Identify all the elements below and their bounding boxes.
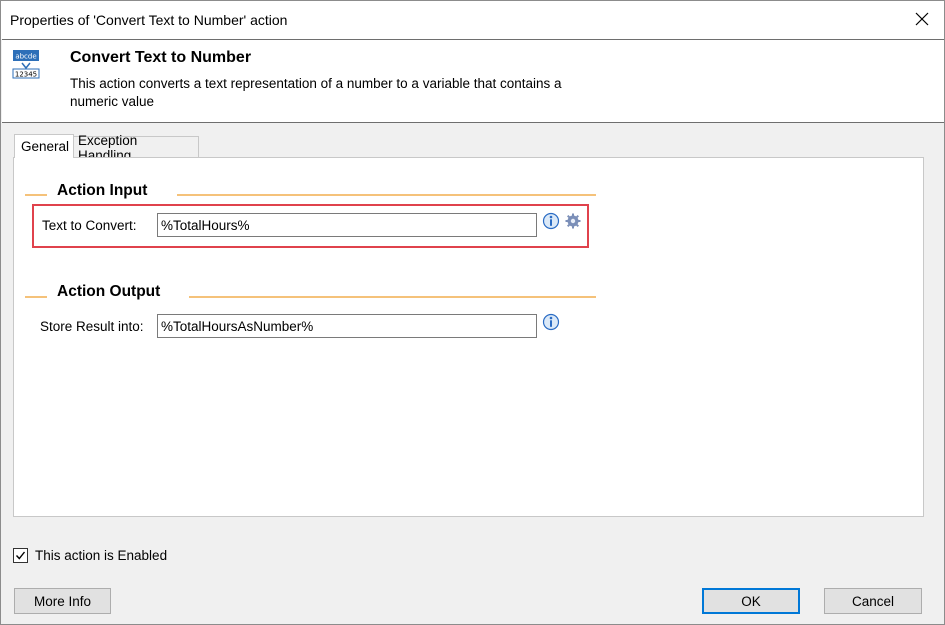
more-info-button[interactable]: More Info [14,588,111,614]
section-divider [25,194,47,196]
convert-text-number-icon: abcde 12345 [12,50,40,79]
store-result-label: Store Result into: [40,319,144,334]
close-button[interactable] [910,7,934,31]
tab-general[interactable]: General [14,134,74,158]
window-title: Properties of 'Convert Text to Number' a… [10,12,288,28]
enabled-checkbox[interactable] [13,548,28,563]
svg-text:abcde: abcde [15,53,36,61]
store-result-input[interactable] [157,314,537,338]
action-output-heading: Action Output [57,283,161,300]
checkmark-icon [15,551,26,560]
action-header: abcde 12345 Convert Text to Number This … [2,39,944,123]
action-description: This action converts a text representati… [70,76,562,109]
ok-button[interactable]: OK [702,588,800,614]
cancel-button[interactable]: Cancel [824,588,922,614]
section-divider [25,296,47,298]
info-icon[interactable] [542,313,560,331]
enabled-checkbox-label[interactable]: This action is Enabled [35,548,167,563]
text-to-convert-label: Text to Convert: [42,218,137,233]
action-input-heading: Action Input [57,182,148,199]
action-title: Convert Text to Number [70,49,252,66]
svg-text:12345: 12345 [15,71,37,79]
close-icon [915,12,929,26]
title-bar: Properties of 'Convert Text to Number' a… [1,1,944,39]
gear-icon[interactable] [564,212,582,230]
section-divider [189,296,596,298]
info-icon[interactable] [542,212,560,230]
section-divider [177,194,596,196]
properties-dialog: Properties of 'Convert Text to Number' a… [0,0,945,625]
tab-exception-handling[interactable]: Exception Handling [73,133,199,163]
text-to-convert-input[interactable] [157,213,537,237]
